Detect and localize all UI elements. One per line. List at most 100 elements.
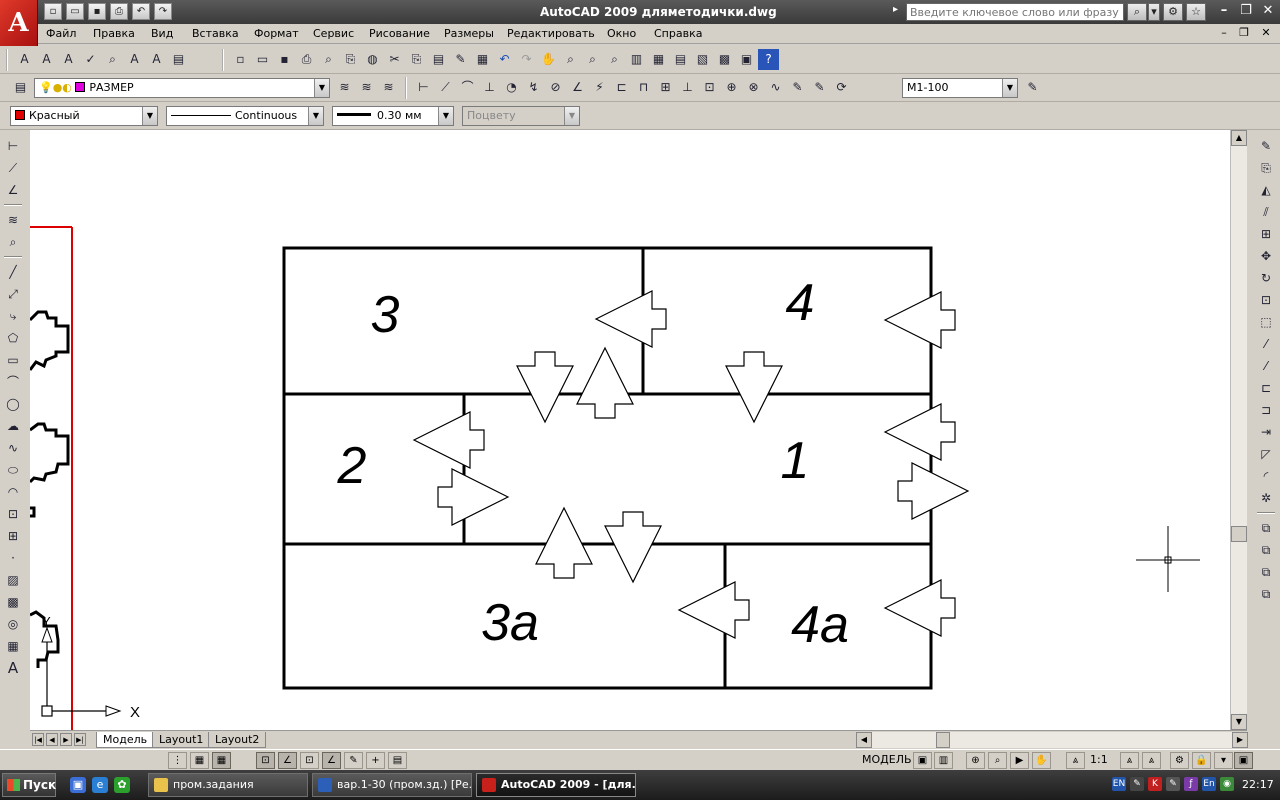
linear-dim-icon[interactable]: ⊢ [3,136,23,156]
table-icon[interactable]: ▦ [3,636,23,656]
dim-update-icon[interactable]: ⟳ [831,77,852,98]
stretch-icon[interactable]: ⬚ [1256,312,1276,332]
annotation-scale-value[interactable]: 1:1 [1090,753,1108,766]
polyline-icon[interactable]: ⤷ [3,306,23,326]
publish-icon[interactable]: ⎘ [340,49,361,70]
region-icon[interactable]: ◎ [3,614,23,634]
dim-edit-icon[interactable]: ✎ [787,77,808,98]
auto-scale-icon[interactable]: ⩓ [1142,752,1161,769]
scroll-right-icon[interactable]: ▶ [1232,732,1248,748]
ortho-icon[interactable]: ⊡ [256,752,275,769]
dim-space-icon[interactable]: ⊞ [655,77,676,98]
showmotion-icon[interactable]: ▶ [1010,752,1029,769]
chamfer-icon[interactable]: ◸ [1256,444,1276,464]
rotate-icon[interactable]: ↻ [1256,268,1276,288]
menu-format[interactable]: Формат [254,27,299,40]
trim-icon[interactable]: ⁄ [1256,334,1276,354]
dim-style-combo[interactable]: М1-100 ▼ [902,78,1018,98]
revision-cloud-icon[interactable]: ☁ [3,416,23,436]
save-icon[interactable]: ▪ [88,3,106,20]
polygon-icon[interactable]: ⬠ [3,328,23,348]
restore-button[interactable]: ❐ [1236,3,1256,21]
spline-icon[interactable]: ∿ [3,438,23,458]
linetype-combo[interactable]: Continuous ▼ [166,106,324,126]
dynamic-input-icon[interactable]: + [366,752,385,769]
doc-restore-icon[interactable]: ❐ [1236,26,1252,41]
color-combo[interactable]: Красный ▼ [10,106,158,126]
redo-arrow-icon[interactable]: ↷ [516,49,537,70]
menu-window[interactable]: Окно [607,27,636,40]
undo-icon[interactable]: ↶ [132,3,150,20]
plot-icon[interactable]: ⎙ [296,49,317,70]
construction-line-icon[interactable]: ⤢ [3,284,23,304]
dim-text-edit-icon[interactable]: ✎ [809,77,830,98]
prev-tab-icon[interactable]: ◀ [46,733,58,746]
arc-length-icon[interactable]: ⌒ [457,77,478,98]
menu-file[interactable]: Файл [46,27,76,40]
lock-icon[interactable]: 🔒 [1192,752,1211,769]
doc-minimize-icon[interactable]: – [1216,26,1232,41]
zoom-previous-icon[interactable]: ⌕ [604,49,625,70]
search-dropdown-icon[interactable]: ▾ [1148,3,1160,21]
center-mark-icon[interactable]: ⊕ [721,77,742,98]
favorites-star-icon[interactable]: ☆ [1186,3,1206,21]
line-icon[interactable]: ╱ [3,262,23,282]
osnap-icon[interactable]: ⊡ [300,752,319,769]
search-icon[interactable]: ⌕ [1127,3,1147,21]
rectangle-icon[interactable]: ▭ [3,350,23,370]
paste-icon[interactable]: ▤ [428,49,449,70]
network-icon[interactable]: ◉ [1220,777,1234,791]
menu-insert[interactable]: Вставка [192,27,239,40]
text-icon[interactable]: A [14,49,35,70]
open-file-icon[interactable]: ▭ [252,49,273,70]
help-search-input[interactable] [906,3,1124,21]
first-tab-icon[interactable]: |◀ [32,733,44,746]
break-at-point-icon[interactable]: ⊏ [1256,378,1276,398]
zoom-status-icon[interactable]: ⌕ [988,752,1007,769]
menu-dimension[interactable]: Размеры [444,27,494,40]
menu-view[interactable]: Вид [151,27,173,40]
send-to-back-icon[interactable]: ⧉ [1256,562,1276,582]
tab-layout1[interactable]: Layout1 [152,732,211,748]
dim-break-icon[interactable]: ⊥ [677,77,698,98]
markup-icon[interactable]: ▩ [714,49,735,70]
sheet-set-icon[interactable]: ▧ [692,49,713,70]
polar-icon[interactable]: ∠ [278,752,297,769]
open-icon[interactable]: ▭ [66,3,84,20]
model-space-label[interactable]: МОДЕЛЬ [862,753,912,766]
otrack-icon[interactable]: ∠ [322,752,341,769]
vertical-scrollbar[interactable]: ▲ ▼ [1230,130,1247,730]
scroll-left-icon[interactable]: ◀ [856,732,872,748]
horizontal-scroll-thumb[interactable] [936,732,950,748]
menu-draw[interactable]: Рисование [369,27,430,40]
taskbar-item-autocad[interactable]: AutoCAD 2009 - [для... [476,773,636,797]
tray-pen-icon[interactable]: ✎ [1166,777,1180,791]
draw-order-icon[interactable]: ⧉ [1256,518,1276,538]
inspect-icon[interactable]: ⊗ [743,77,764,98]
zoom-window-icon[interactable]: ⌕ [582,49,603,70]
doc-close-icon[interactable]: ✕ [1258,26,1274,41]
minimize-button[interactable]: – [1214,3,1234,21]
annotation-visibility-icon[interactable]: ⩓ [1120,752,1139,769]
angular-dim-icon[interactable]: ∠ [3,180,23,200]
ellipse-arc-icon[interactable]: ◠ [3,482,23,502]
language-indicator[interactable]: EN [1112,777,1126,791]
status-bar-menu-icon[interactable]: ▾ [1214,752,1233,769]
taskbar-item-folder[interactable]: пром.задания [148,773,308,797]
drawing-area[interactable]: 3 4 2 1 3а 4а X Y [28,130,1230,730]
layer-states-icon[interactable]: ≋ [378,77,399,98]
calculator-icon[interactable]: ▣ [736,49,757,70]
layer-icon[interactable]: ≋ [3,210,23,230]
layer-manager-icon[interactable]: ▤ [10,77,31,98]
edit-text-icon[interactable]: A [58,49,79,70]
scroll-down-icon[interactable]: ▼ [1231,714,1247,730]
aligned-dim-icon[interactable]: ⟋ [435,77,456,98]
grid-icon[interactable]: ▦ [190,752,209,769]
layer-combo[interactable]: 💡●◐ РАЗМЕР ▼ [34,78,330,98]
find-text-icon[interactable]: ⌕ [102,49,123,70]
infer-constraints-icon[interactable]: ⋮ [168,752,187,769]
qnew-icon[interactable]: ▫ [230,49,251,70]
keyboard-layout-indicator[interactable]: En [1202,777,1216,791]
point-icon[interactable]: · [3,548,23,568]
bring-to-front-icon[interactable]: ⧉ [1256,540,1276,560]
